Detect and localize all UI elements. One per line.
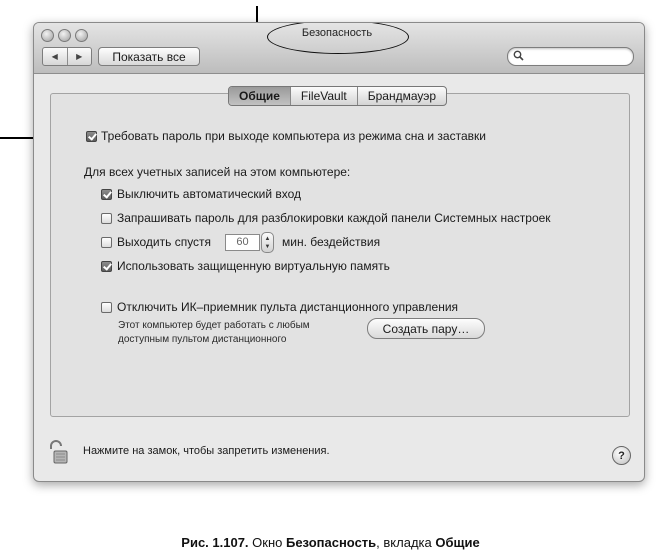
- logout-minutes-stepper[interactable]: ▲ ▼: [261, 232, 274, 253]
- caption-prefix: Рис. 1.107.: [181, 535, 249, 550]
- back-arrow-icon[interactable]: ◀: [43, 48, 67, 65]
- close-window-button[interactable]: [41, 29, 54, 42]
- logout-after-checkbox[interactable]: [101, 237, 112, 248]
- nav-back-forward: ◀ ▶: [42, 47, 92, 66]
- caption-bold2: Общие: [435, 535, 480, 550]
- figure-caption: Рис. 1.107. Окно Безопасность, вкладка О…: [0, 535, 661, 550]
- window-title: Безопасность: [301, 27, 373, 39]
- ir-note-line2: доступным пультом дистанционного: [118, 334, 287, 345]
- forward-arrow-icon[interactable]: ▶: [66, 48, 92, 65]
- disable-ir-label: Отключить ИК–приемник пульта дистанционн…: [117, 300, 459, 314]
- zoom-window-button[interactable]: [75, 29, 88, 42]
- tab-general[interactable]: Общие: [229, 87, 290, 105]
- all-accounts-heading: Для всех учетных записей на этом компьют…: [84, 165, 351, 179]
- tab-filevault[interactable]: FileVault: [289, 87, 357, 105]
- search-input[interactable]: [507, 47, 634, 66]
- security-window: Безопасность ◀ ▶ Показать все Общие File…: [33, 22, 645, 482]
- secure-vm-checkbox[interactable]: [101, 261, 112, 272]
- disable-autologin-label: Выключить автоматический вход: [117, 187, 302, 201]
- require-password-checkbox[interactable]: [86, 131, 97, 142]
- caption-bold1: Безопасность: [285, 535, 377, 550]
- help-button[interactable]: ?: [612, 446, 631, 465]
- show-all-button[interactable]: Показать все: [98, 47, 200, 66]
- caption-text2: , вкладка: [376, 535, 436, 550]
- create-pair-button[interactable]: Создать пару…: [367, 318, 485, 339]
- search-icon: [513, 50, 524, 61]
- lock-status-text: Нажмите на замок, чтобы запретить измене…: [83, 445, 330, 457]
- disable-ir-checkbox[interactable]: [101, 302, 112, 313]
- padlock-icon[interactable]: [48, 440, 68, 464]
- caption-text1: Окно: [248, 535, 286, 550]
- ir-note-line1: Этот компьютер будет работать с любым: [118, 320, 310, 331]
- minimize-window-button[interactable]: [58, 29, 71, 42]
- logout-minutes-field[interactable]: 60: [225, 234, 260, 251]
- tab-firewall[interactable]: Брандмауэр: [356, 87, 446, 105]
- window-toolbar: Безопасность ◀ ▶ Показать все: [34, 23, 644, 74]
- tab-bar: Общие FileVault Брандмауэр: [228, 86, 448, 106]
- logout-after-label: Выходить спустя: [117, 235, 212, 249]
- logout-after-suffix: мин. бездействия: [282, 235, 381, 249]
- stepper-down-icon[interactable]: ▼: [265, 243, 271, 251]
- require-password-label: Требовать пароль при выходе компьютера и…: [101, 129, 486, 143]
- require-password-prefs-checkbox[interactable]: [101, 213, 112, 224]
- secure-vm-label: Использовать защищенную виртуальную памя…: [117, 259, 390, 273]
- disable-autologin-checkbox[interactable]: [101, 189, 112, 200]
- stepper-up-icon[interactable]: ▲: [265, 235, 271, 243]
- require-password-prefs-label: Запрашивать пароль для разблокировки каж…: [117, 211, 551, 225]
